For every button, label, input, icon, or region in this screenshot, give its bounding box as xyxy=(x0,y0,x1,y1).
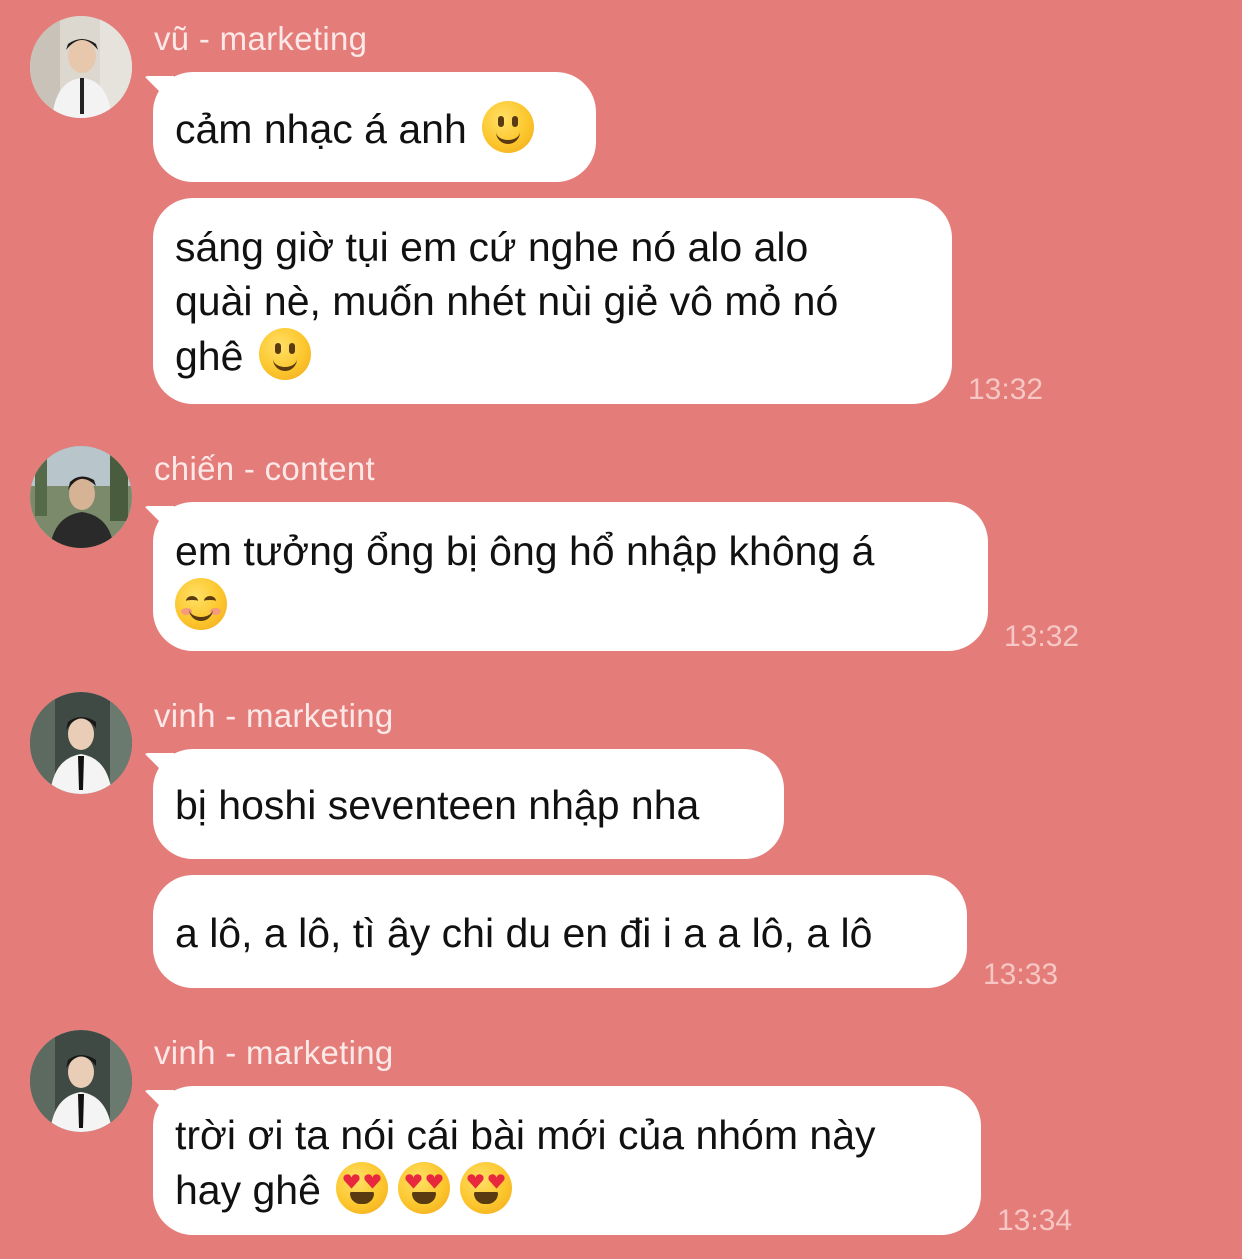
sender-name: vinh - marketing xyxy=(154,697,394,734)
avatar-photo-vu xyxy=(30,16,132,118)
bubble-tail xyxy=(144,1090,174,1120)
message-bubble[interactable]: sáng giờ tụi em cứ nghe nó alo alo quài … xyxy=(153,198,952,404)
avatar[interactable] xyxy=(30,16,132,118)
heart-eyes-icon xyxy=(336,1162,389,1214)
avatar-photo-chien xyxy=(30,446,132,548)
sender-name: vinh - marketing xyxy=(154,1034,394,1071)
message-timestamp: 13:32 xyxy=(1004,620,1080,653)
heart-eyes-icon xyxy=(398,1162,451,1214)
avatar-photo-vinh xyxy=(30,1030,132,1132)
message-text: cảm nhạc á anh xyxy=(175,101,574,156)
message-text: hay ghê xyxy=(175,1162,959,1217)
avatar[interactable] xyxy=(30,692,132,794)
message-text: bị hoshi seventeen nhập nha xyxy=(175,782,700,828)
message-bubble[interactable]: em tưởng ổng bị ông hổ nhập không á xyxy=(144,502,988,651)
message-bubble[interactable]: cảm nhạc á anh xyxy=(144,72,596,182)
message-bubble[interactable]: bị hoshi seventeen nhập nha xyxy=(144,749,784,859)
message-text: ghê xyxy=(175,328,930,383)
slightly-smiling-face-icon xyxy=(258,328,311,380)
slightly-smiling-face-icon xyxy=(482,101,535,153)
message-text: em tưởng ổng bị ông hổ nhập không á xyxy=(175,528,875,574)
heart-eyes-icon xyxy=(460,1162,513,1214)
bubble-tail xyxy=(144,506,174,536)
message-bubble[interactable]: a lô, a lô, tì ây chi du en đi i a a lô,… xyxy=(153,875,967,988)
message-timestamp: 13:33 xyxy=(983,958,1059,991)
sender-name: chiến - content xyxy=(154,450,375,487)
message-bubble[interactable]: trời ơi ta nói cái bài mới của nhóm này … xyxy=(144,1086,981,1235)
bubble-tail xyxy=(144,76,174,106)
bubble-tail xyxy=(144,753,174,783)
message-timestamp: 13:34 xyxy=(997,1204,1073,1237)
message-text: trời ơi ta nói cái bài mới của nhóm này xyxy=(175,1112,876,1158)
avatar-photo-vinh xyxy=(30,692,132,794)
avatar[interactable] xyxy=(30,446,132,548)
smiling-face-icon xyxy=(175,578,227,630)
message-text: a lô, a lô, tì ây chi du en đi i a a lô,… xyxy=(175,910,873,956)
sender-name: vũ - marketing xyxy=(154,20,368,57)
message-text: sáng giờ tụi em cứ nghe nó alo alo xyxy=(175,224,809,270)
message-timestamp: 13:32 xyxy=(968,373,1044,406)
message-text: quài nè, muốn nhét nùi giẻ vô mỏ nó xyxy=(175,278,839,324)
avatar[interactable] xyxy=(30,1030,132,1132)
